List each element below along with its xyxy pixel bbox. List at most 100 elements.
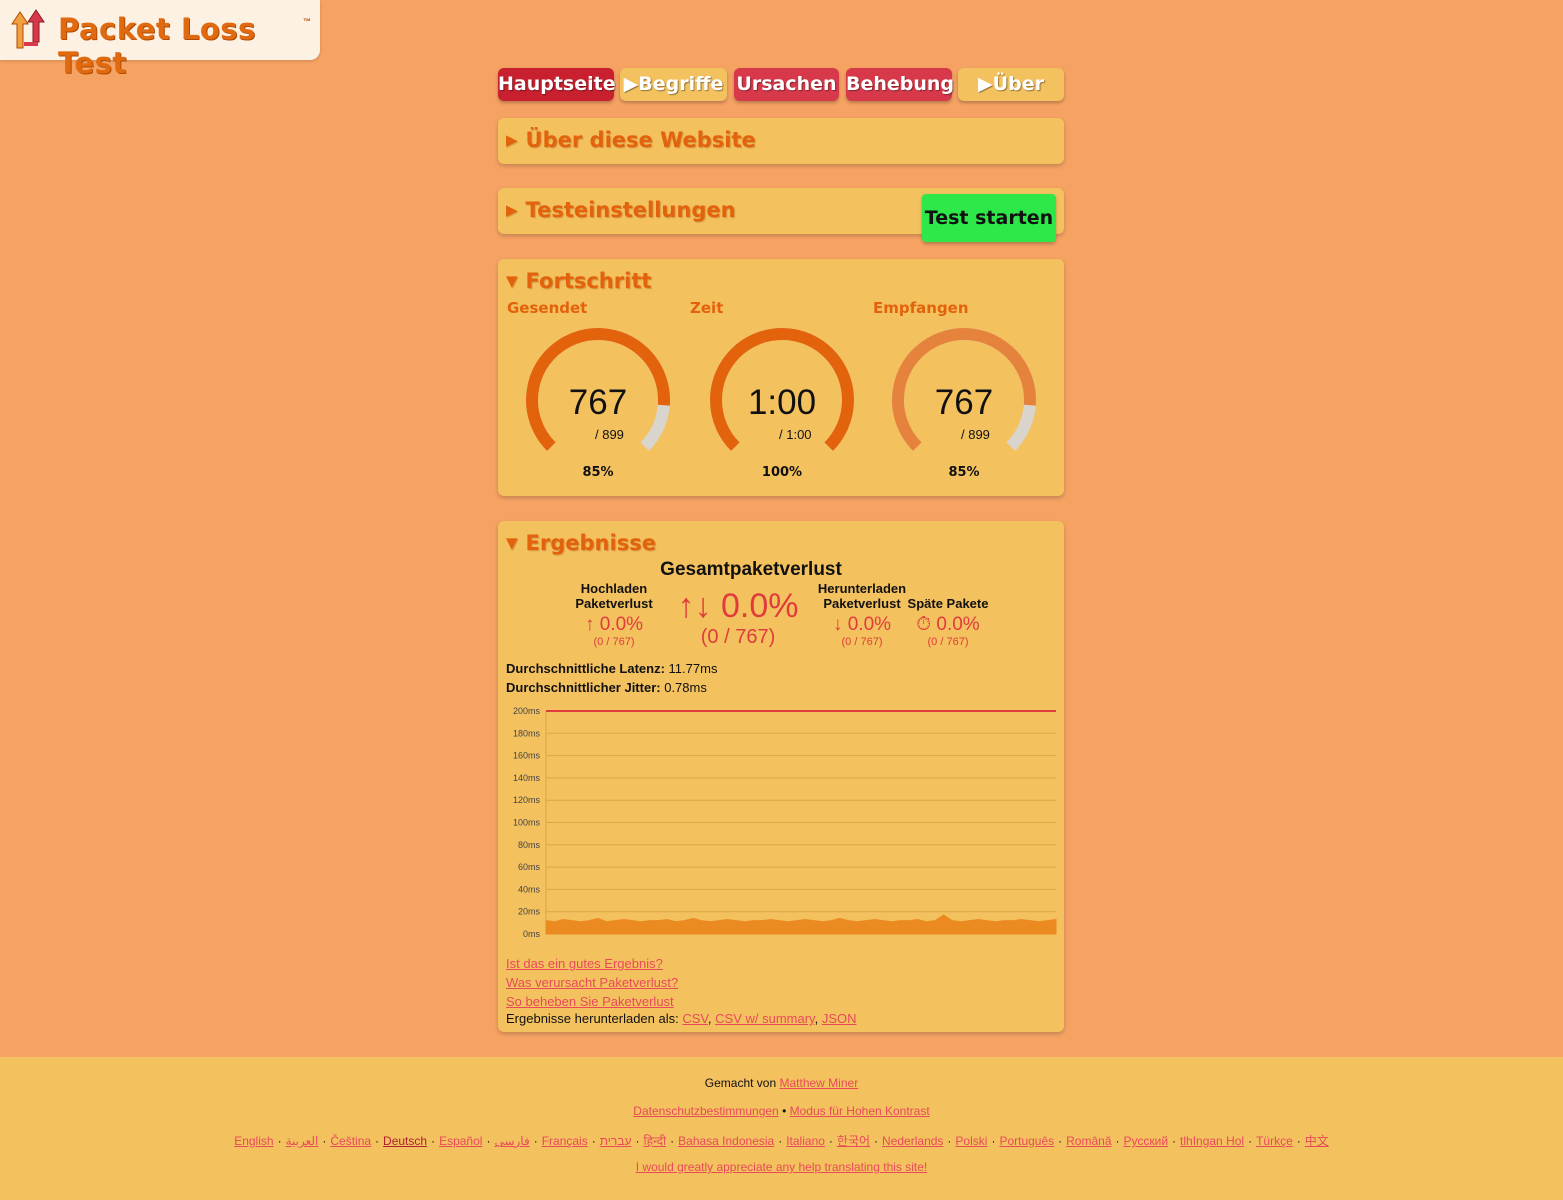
language-link[interactable]: हिन्दी [643,1134,666,1148]
dot-separator: · [1058,1134,1063,1148]
nav-terms-button[interactable]: ▶Begriffe [620,68,727,101]
expand-triangle-icon: ▶ [506,131,518,149]
language-link[interactable]: Bahasa Indonesia [678,1134,774,1148]
language-link[interactable]: Русский [1124,1134,1169,1148]
dot-separator: · [431,1134,436,1148]
upload-label-line2: Paketverlust [575,596,653,611]
time-elapsed: 1:00 [747,383,817,422]
download-label-line1: Herunterladen [817,581,907,596]
settings-panel-header[interactable]: ▶ Testeinstellungen [506,198,736,222]
about-panel-header[interactable]: ▶ Über diese Website [506,128,756,152]
chart-y-tick-label: 60ms [518,862,541,872]
settings-panel[interactable]: ▶ Testeinstellungen Test starten [498,188,1064,242]
start-test-button[interactable]: Test starten [922,194,1056,242]
collapse-triangle-icon: ▼ [506,534,518,552]
language-link[interactable]: 中文 [1305,1134,1329,1148]
download-csv-summary-link[interactable]: CSV w/ summary [715,1011,814,1026]
footer-policy-row: Datenschutzbestimmungen • Modus für Hohe… [0,1104,1563,1118]
language-link[interactable]: 한국어 [837,1134,870,1148]
chart-y-tick-label: 0ms [523,929,541,939]
progress-panel-header[interactable]: ▼ Fortschritt [506,269,651,293]
download-json-link[interactable]: JSON [822,1011,857,1026]
loss-cause-link[interactable]: Was verursacht Paketverlust? [506,975,678,990]
logo-text: Packet Loss Test [58,12,256,80]
settings-panel-title: Testeinstellungen [525,198,736,222]
language-link[interactable]: العربية [286,1134,319,1148]
received-gauge: 767 / 899 85% [889,325,1039,480]
total-loss-title: Gesamtpaketverlust [660,559,842,580]
language-link[interactable]: Čeština [330,1134,371,1148]
result-good-link-row: Ist das ein gutes Ergebnis? [506,955,663,973]
dot-separator: · [1296,1134,1301,1148]
chart-y-tick-label: 100ms [513,818,541,828]
privacy-link[interactable]: Datenschutzbestimmungen [633,1104,778,1118]
latency-label: Durchschnittliche Latenz: [506,661,665,676]
upload-loss-label: Hochladen Paketverlust [554,581,674,611]
footer: Gemacht von Matthew Miner Datenschutzbes… [0,1057,1563,1200]
dot-separator: · [670,1134,675,1148]
footer-credit: Gemacht von Matthew Miner [0,1076,1563,1090]
dot-separator: · [533,1134,538,1148]
dot-separator: · [1248,1134,1253,1148]
jitter-value: 0.78ms [664,680,707,695]
sent-gauge-label: Gesendet [507,299,588,317]
dot-separator: · [277,1134,282,1148]
high-contrast-link[interactable]: Modus für Hohen Kontrast [790,1104,930,1118]
dot-separator: · [1115,1134,1120,1148]
nav-causes-button[interactable]: Ursachen [734,68,839,101]
language-link[interactable]: فارسی [494,1134,529,1148]
results-panel-title: Ergebnisse [525,531,656,555]
late-packets-value: ⏱ 0.0% [916,614,980,635]
loss-fix-link[interactable]: So beheben Sie Paketverlust [506,994,674,1009]
nav-about-button[interactable]: ▶Über [958,68,1064,101]
translate-help-link[interactable]: I would greatly appreciate any help tran… [636,1160,928,1174]
sent-total: / 899 [595,427,624,442]
chart-y-tick-label: 140ms [513,773,541,783]
received-gauge-label: Empfangen [873,299,969,317]
language-link[interactable]: English [234,1134,273,1148]
language-link[interactable]: Română [1066,1134,1111,1148]
download-results-line: Ergebnisse herunterladen als: CSV, CSV w… [506,1011,857,1026]
expand-triangle-icon: ▶ [506,201,518,219]
bullet-separator: • [782,1104,787,1118]
sent-percent: 85% [582,465,614,480]
language-link[interactable]: Français [542,1134,588,1148]
results-panel-header[interactable]: ▼ Ergebnisse [506,531,656,555]
dot-separator: · [778,1134,783,1148]
jitter-line: Durchschnittlicher Jitter: 0.78ms [506,680,707,695]
logo[interactable]: Packet Loss Test ™ [0,0,320,80]
chart-y-tick-label: 20ms [518,907,541,917]
nav-home-button[interactable]: Hauptseite [498,68,616,101]
language-link[interactable]: Polski [955,1134,987,1148]
dot-separator: · [874,1134,879,1148]
received-count: 767 [934,383,994,422]
chart-y-tick-label: 120ms [513,795,541,805]
late-packets-label: Späte Pakete [907,596,989,611]
language-link[interactable]: Português [999,1134,1054,1148]
collapse-triangle-icon: ▼ [506,272,518,290]
total-loss-count: (0 / 767) [700,626,776,648]
time-percent: 100% [761,465,803,480]
language-link[interactable]: Italiano [786,1134,825,1148]
latency-value: 11.77ms [668,661,718,676]
sent-gauge: 767 / 899 85% [523,325,673,480]
latency-chart: 0ms 20ms 40ms 60ms 80ms 100ms 120ms 140ms 160ms 1… [513,706,1057,939]
language-link[interactable]: Español [439,1134,482,1148]
language-link[interactable]: Türkçe [1256,1134,1293,1148]
upload-loss-count: (0 / 767) [593,636,635,648]
language-list: English · العربية · Čeština · Deutsch · Español ·… [0,1132,1563,1149]
author-link[interactable]: Matthew Miner [780,1076,859,1090]
language-link[interactable]: עברית [600,1134,632,1148]
nav-fix-button[interactable]: Behebung [846,68,954,101]
chart-y-tick-label: 80ms [518,840,541,850]
download-csv-link[interactable]: CSV [682,1011,708,1026]
dot-separator: · [991,1134,996,1148]
about-panel[interactable]: ▶ Über diese Website [498,118,1064,164]
language-link[interactable]: tlhIngan Hol [1180,1134,1244,1148]
dot-separator: · [591,1134,596,1148]
language-link[interactable]: Nederlands [882,1134,943,1148]
dot-separator: · [635,1134,640,1148]
language-link[interactable]: Deutsch [383,1134,427,1148]
cause-link-row: Was verursacht Paketverlust? [506,974,678,992]
is-result-good-link[interactable]: Ist das ein gutes Ergebnis? [506,956,663,971]
